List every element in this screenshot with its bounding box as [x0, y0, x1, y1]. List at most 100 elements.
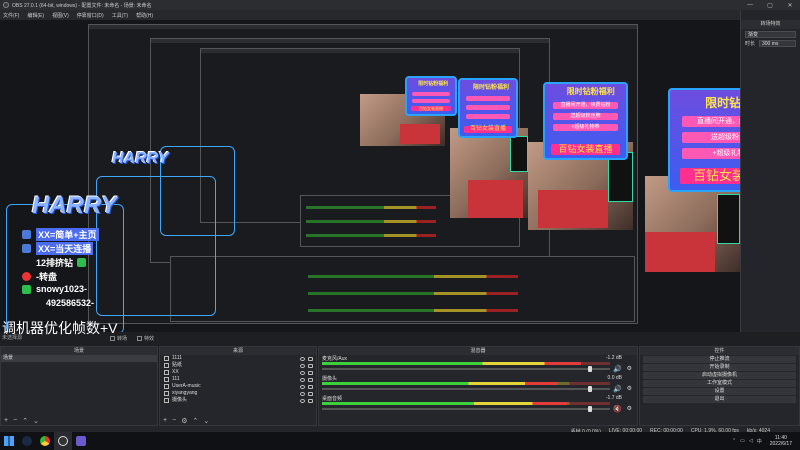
eye-icon[interactable] — [300, 377, 305, 382]
gear-icon[interactable]: ⚙ — [627, 405, 632, 412]
track-db: 0.0 dB — [607, 375, 622, 381]
remove-icon[interactable]: − — [172, 417, 176, 424]
transitions-panel: 转场特效 渐变 时长 300 ms — [740, 10, 800, 332]
stop-streaming-button[interactable]: 停止推流 — [643, 356, 796, 363]
taskbar-app[interactable] — [72, 432, 90, 450]
qq-icon — [22, 244, 31, 253]
eye-icon[interactable] — [300, 363, 305, 368]
speaker-icon[interactable]: 🔊 — [613, 365, 622, 373]
window-title: OBS 27.0.1 (64-bit, windows) - 配置文件: 未命名… — [12, 2, 152, 9]
start-recording-button[interactable]: 开始录制 — [643, 364, 796, 371]
volume-slider-handle[interactable] — [587, 406, 592, 412]
menu-docks[interactable]: 停靠窗口(D) — [77, 12, 104, 19]
camera-feed-mid — [450, 128, 528, 218]
gear-icon[interactable]: ⚙ — [627, 365, 632, 372]
clock[interactable]: 11:40 2022/6/17 — [770, 435, 792, 447]
promo-card-large: 限时钻粉福利 直播间开通，续费钻粉 送超级粉丝牌 +超级礼物券 百钻女装直播 — [543, 82, 628, 160]
move-down-icon[interactable]: ⌄ — [203, 417, 209, 425]
speaker-icon[interactable]: 🔊 — [613, 385, 622, 393]
minimize-icon[interactable]: — — [740, 0, 760, 10]
lock-icon[interactable] — [308, 363, 313, 368]
network-icon[interactable]: ▭ — [740, 438, 745, 444]
volume-slider[interactable] — [322, 388, 610, 390]
text-icon — [164, 356, 169, 361]
volume-icon[interactable]: ◁ — [749, 438, 753, 444]
lock-icon[interactable] — [308, 377, 313, 382]
preview-canvas[interactable]: 限时钻粉福利 百钻女装直播 限时钻粉福利 百钻女装直播 限时钻粉福利 直播间开通… — [0, 20, 740, 332]
remove-icon[interactable]: − — [13, 417, 17, 424]
track-db: -1.7 dB — [605, 395, 622, 401]
sources-header: 来源 — [160, 347, 316, 355]
system-tray: ⌃ ▭ ◁ 中 11:40 2022/6/17 — [728, 432, 792, 450]
source-item[interactable]: 111 — [160, 376, 316, 383]
promo-card-small: 限时钻粉福利 百钻女装直播 — [405, 76, 457, 116]
gear-icon[interactable]: ⚙ — [181, 417, 187, 425]
qq-icon — [22, 230, 31, 239]
lock-icon[interactable] — [308, 370, 313, 375]
add-icon[interactable]: + — [163, 417, 167, 424]
move-down-icon[interactable]: ⌄ — [33, 417, 39, 425]
source-name: 摄像头 — [172, 397, 188, 403]
lock-icon[interactable] — [308, 391, 313, 396]
maximize-icon[interactable]: ▢ — [760, 0, 780, 10]
controls-dock: 控件 停止推流 开始录制 启动虚拟摄像机 工作室模式 设置 退出 — [639, 346, 800, 426]
source-item[interactable]: UserA-music — [160, 383, 316, 390]
level-meter-fill — [322, 402, 567, 405]
mixer-track: 摄像头 0.0 dB 🔊 ⚙ — [322, 375, 634, 395]
eye-icon[interactable] — [300, 370, 305, 375]
controls-header: 控件 — [640, 347, 799, 355]
source-item[interactable]: xiyangyang — [160, 390, 316, 397]
source-item[interactable]: 1111 — [160, 355, 316, 362]
lock-icon[interactable] — [308, 356, 313, 361]
level-meter-fill — [322, 362, 582, 365]
add-icon[interactable]: + — [4, 417, 8, 424]
menu-file[interactable]: 文件(F) — [3, 12, 19, 19]
eye-icon[interactable] — [300, 384, 305, 389]
mixer-track: 麦克风/Aux -1.2 dB 🔊 ⚙ — [322, 355, 634, 375]
eye-icon[interactable] — [300, 398, 305, 403]
taskbar-chrome[interactable] — [36, 432, 54, 450]
track-name: 摄像头 — [322, 376, 338, 382]
menu-edit[interactable]: 编辑(E) — [27, 12, 44, 19]
overlay-line-4: -转盘 — [22, 270, 57, 283]
source-item[interactable]: 摄像头 — [160, 397, 316, 404]
transition-checkbox[interactable] — [110, 335, 115, 341]
transition-select[interactable]: 渐变 — [745, 31, 796, 38]
menu-view[interactable]: 视图(V) — [52, 12, 69, 19]
windows-icon — [4, 436, 14, 446]
input-method[interactable]: 中 — [757, 438, 762, 445]
speaker-muted-icon[interactable]: 🔇 — [613, 405, 622, 413]
duration-input[interactable]: 300 ms — [759, 40, 796, 47]
tray-up-icon[interactable]: ⌃ — [732, 438, 736, 444]
scenes-header: 场景 — [1, 347, 157, 355]
settings-button[interactable]: 设置 — [643, 388, 796, 395]
lock-icon[interactable] — [308, 398, 313, 403]
wechat-icon — [77, 258, 87, 267]
volume-slider[interactable] — [322, 408, 610, 410]
move-up-icon[interactable]: ⌃ — [22, 417, 28, 425]
menu-help[interactable]: 帮助(H) — [136, 12, 153, 19]
eye-icon[interactable] — [300, 356, 305, 361]
source-item[interactable]: XX — [160, 369, 316, 376]
close-icon[interactable]: ✕ — [780, 0, 800, 10]
transition-checkbox-2[interactable] — [137, 335, 143, 341]
source-item[interactable]: 贴纸 — [160, 362, 316, 369]
lock-icon[interactable] — [308, 384, 313, 389]
exit-button[interactable]: 退出 — [643, 396, 796, 403]
volume-slider-handle[interactable] — [587, 366, 592, 372]
taskbar-steam[interactable] — [18, 432, 36, 450]
volume-slider[interactable] — [322, 368, 610, 370]
volume-slider-handle[interactable] — [587, 386, 592, 392]
promo-card-main: 限时钻粉福利 直播间开通，续费钻粉 送超级粉丝牌 +超级礼物券 百钻女装直播 — [668, 88, 740, 192]
start-button[interactable] — [0, 432, 18, 450]
menu-tools[interactable]: 工具(T) — [112, 12, 128, 19]
move-up-icon[interactable]: ⌃ — [192, 417, 198, 425]
source-name: xiyangyang — [172, 390, 198, 396]
overlay-line-5: snowy1023- — [22, 284, 87, 294]
eye-icon[interactable] — [300, 391, 305, 396]
gear-icon[interactable]: ⚙ — [627, 385, 632, 392]
studio-mode-button[interactable]: 工作室模式 — [643, 380, 796, 387]
virtual-camera-button[interactable]: 启动虚拟摄像机 — [643, 372, 796, 379]
taskbar-obs[interactable] — [54, 432, 72, 450]
scene-item[interactable]: 场景 — [1, 355, 157, 362]
